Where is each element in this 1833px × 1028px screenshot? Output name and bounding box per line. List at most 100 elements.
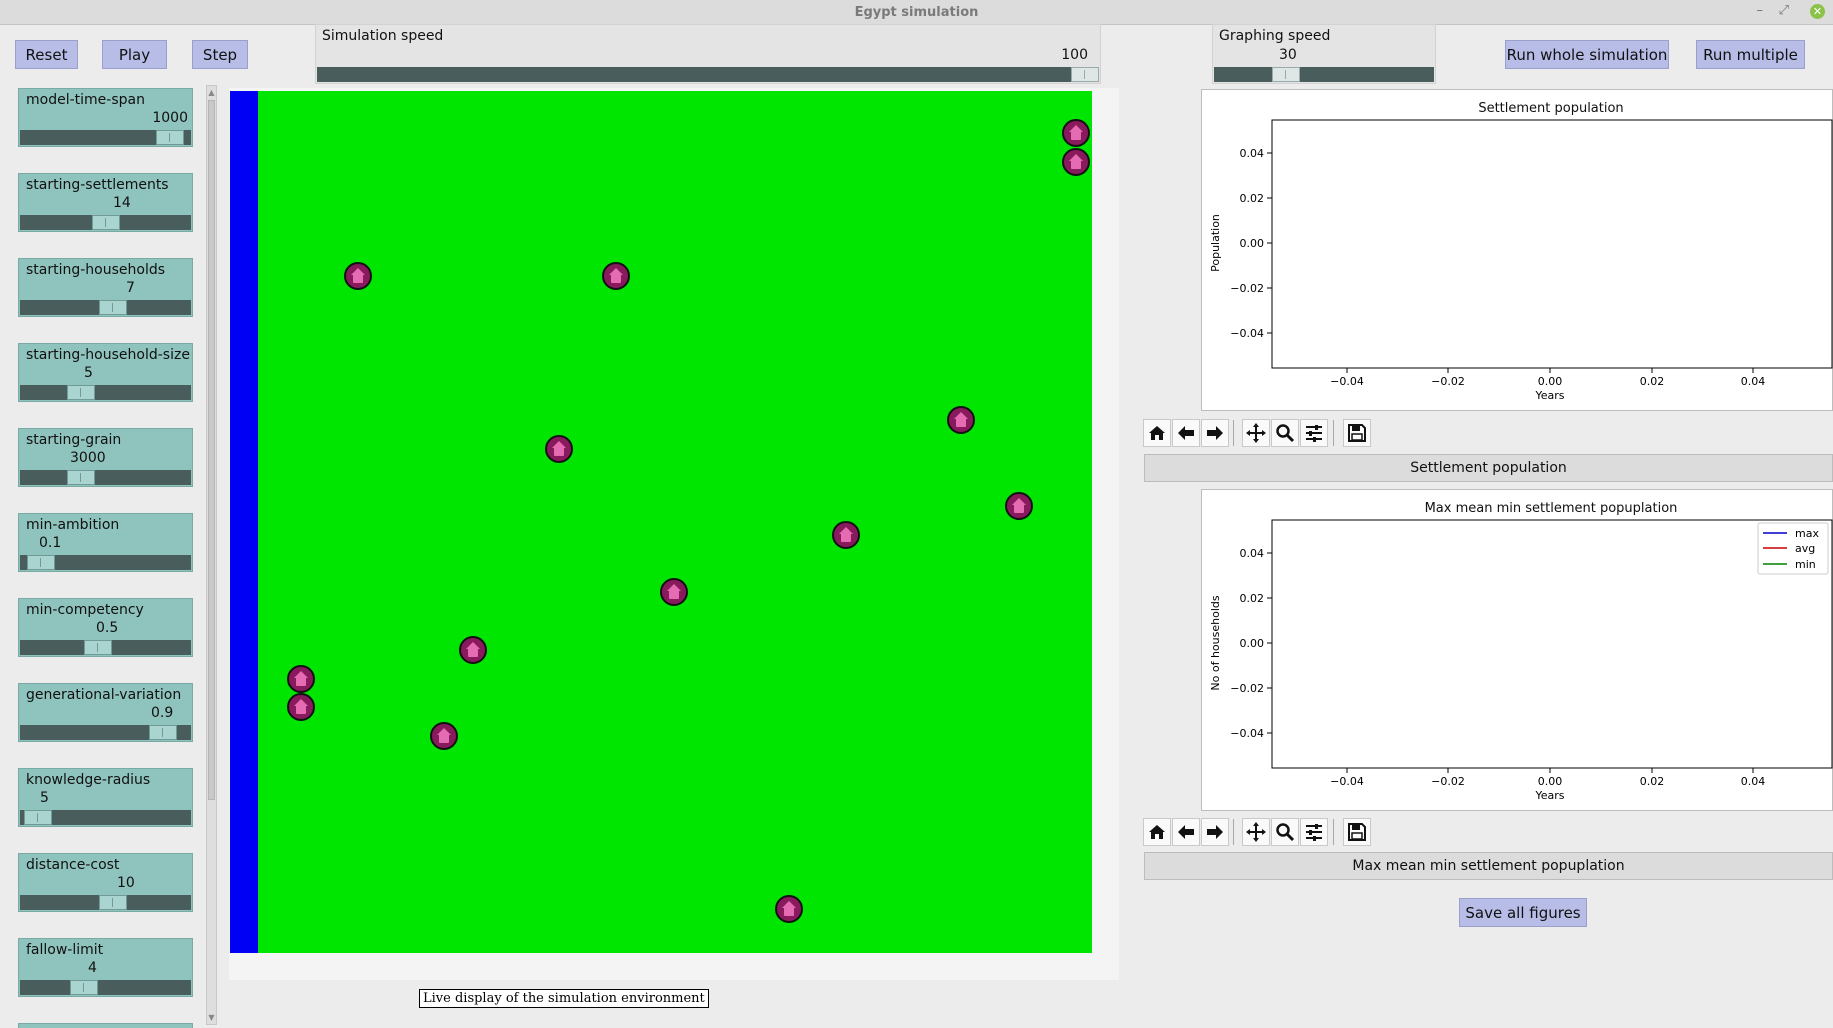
param-slider-thumb[interactable] (67, 385, 95, 400)
x-ticks: −0.04 −0.02 0.00 0.02 0.04 (1330, 368, 1765, 388)
x-ticks: −0.04 −0.02 0.00 0.02 0.04 (1330, 768, 1765, 788)
param-slider[interactable] (20, 555, 191, 570)
param-knowledge-radius: knowledge-radius 5 (18, 768, 193, 827)
sidebar-scrollbar[interactable]: ▲ ▼ (206, 85, 217, 1025)
scroll-up-icon[interactable]: ▲ (207, 87, 216, 98)
settlement-icon[interactable] (1062, 148, 1090, 176)
zoom-icon[interactable] (1271, 818, 1299, 846)
play-button[interactable]: Play (102, 40, 167, 69)
param-value: 5 (84, 365, 93, 381)
param-slider-thumb[interactable] (149, 725, 177, 740)
run-multiple-button[interactable]: Run multiple (1696, 40, 1805, 69)
settlement-icon[interactable] (602, 262, 630, 290)
plot-title: Settlement population (1478, 101, 1623, 116)
minimize-icon[interactable]: – (1757, 3, 1764, 18)
settlement-icon[interactable] (287, 693, 315, 721)
param-slider-thumb[interactable] (156, 130, 184, 145)
settlement-icon[interactable] (545, 435, 573, 463)
configure-subplots-icon[interactable] (1300, 419, 1328, 447)
x-axis-label: Years (1534, 789, 1564, 802)
back-arrow-icon[interactable] (1172, 419, 1200, 447)
y-tick-label: −0.04 (1230, 727, 1264, 740)
settlement-icon[interactable] (832, 521, 860, 549)
param-min-competency: min-competency 0.5 (18, 598, 193, 657)
param-slider[interactable] (20, 300, 191, 315)
simulation-environment[interactable] (230, 91, 1092, 953)
settlement-icon[interactable] (287, 665, 315, 693)
x-tick-label: −0.02 (1431, 775, 1465, 788)
param-slider[interactable] (20, 810, 191, 825)
param-slider[interactable] (20, 385, 191, 400)
run-whole-simulation-button[interactable]: Run whole simulation (1505, 40, 1669, 69)
x-tick-label: 0.02 (1640, 775, 1665, 788)
param-label: min-ambition (26, 517, 120, 533)
close-icon[interactable]: ✕ (1810, 4, 1825, 19)
settlement-icon[interactable] (344, 262, 372, 290)
environment-tooltip: Live display of the simulation environme… (419, 989, 709, 1008)
zoom-icon[interactable] (1271, 419, 1299, 447)
restore-icon[interactable]: ⤢ (1779, 3, 1789, 18)
y-tick-label: 0.02 (1240, 192, 1265, 205)
settlement-icon[interactable] (430, 722, 458, 750)
pan-icon[interactable] (1242, 818, 1270, 846)
simulation-speed-slider[interactable] (317, 67, 1099, 82)
y-tick-label: 0.02 (1240, 592, 1265, 605)
param-slider[interactable] (20, 215, 191, 230)
forward-arrow-icon[interactable] (1201, 818, 1229, 846)
home-icon[interactable] (1143, 419, 1171, 447)
param-slider-thumb[interactable] (67, 470, 95, 485)
param-slider-thumb[interactable] (27, 555, 55, 570)
param-slider[interactable] (20, 470, 191, 485)
param-slider-thumb[interactable] (99, 300, 127, 315)
graphing-speed-value: 30 (1279, 47, 1297, 63)
param-label: model-time-span (26, 92, 145, 108)
configure-subplots-icon[interactable] (1300, 818, 1328, 846)
param-slider-thumb[interactable] (24, 810, 52, 825)
home-icon[interactable] (1143, 818, 1171, 846)
graphing-speed-slider-thumb[interactable] (1272, 67, 1300, 82)
back-arrow-icon[interactable] (1172, 818, 1200, 846)
settlement-icon[interactable] (1005, 492, 1033, 520)
plot1-label[interactable]: Settlement population (1144, 454, 1833, 482)
plot-title: Max mean min settlement popuplation (1425, 501, 1678, 516)
param-slider[interactable] (20, 895, 191, 910)
forward-arrow-icon[interactable] (1201, 419, 1229, 447)
plot1-toolbar (1141, 416, 1833, 450)
save-icon[interactable] (1343, 419, 1371, 447)
settlement-icon[interactable] (1062, 119, 1090, 147)
settlement-icon[interactable] (660, 578, 688, 606)
plot2-label[interactable]: Max mean min settlement popuplation (1144, 852, 1833, 880)
param-slider-thumb[interactable] (70, 980, 98, 995)
param-slider-thumb[interactable] (92, 215, 120, 230)
param-value: 3000 (70, 450, 106, 466)
graphing-speed-panel: Graphing speed 30 (1212, 24, 1436, 84)
toolbar-separator (1233, 819, 1234, 845)
param-slider-thumb[interactable] (99, 895, 127, 910)
settlement-icon[interactable] (775, 895, 803, 923)
settlement-icon[interactable] (947, 406, 975, 434)
pan-icon[interactable] (1242, 419, 1270, 447)
x-tick-label: −0.04 (1330, 775, 1364, 788)
y-tick-label: 0.00 (1240, 237, 1265, 250)
param-slider[interactable] (20, 130, 191, 145)
y-tick-label: 0.04 (1240, 147, 1265, 160)
param-label: starting-grain (26, 432, 122, 448)
param-slider-thumb[interactable] (84, 640, 112, 655)
settlement-icon[interactable] (459, 636, 487, 664)
legend-label: avg (1795, 542, 1815, 555)
reset-button[interactable]: Reset (15, 40, 78, 69)
step-button[interactable]: Step (192, 40, 248, 69)
plot-legend: max avg min (1757, 522, 1829, 575)
simulation-speed-slider-thumb[interactable] (1071, 67, 1099, 82)
save-all-figures-button[interactable]: Save all figures (1459, 898, 1587, 927)
y-ticks: 0.04 0.02 0.00 −0.02 −0.04 (1230, 147, 1272, 340)
param-slider[interactable] (20, 980, 191, 995)
scrollbar-thumb[interactable] (208, 100, 215, 800)
param-value: 1000 (152, 110, 188, 126)
save-icon[interactable] (1343, 818, 1371, 846)
param-slider[interactable] (20, 640, 191, 655)
graphing-speed-slider[interactable] (1214, 67, 1434, 82)
param-starting-households: starting-households 7 (18, 258, 193, 317)
scroll-down-icon[interactable]: ▼ (207, 1012, 216, 1023)
param-slider[interactable] (20, 725, 191, 740)
